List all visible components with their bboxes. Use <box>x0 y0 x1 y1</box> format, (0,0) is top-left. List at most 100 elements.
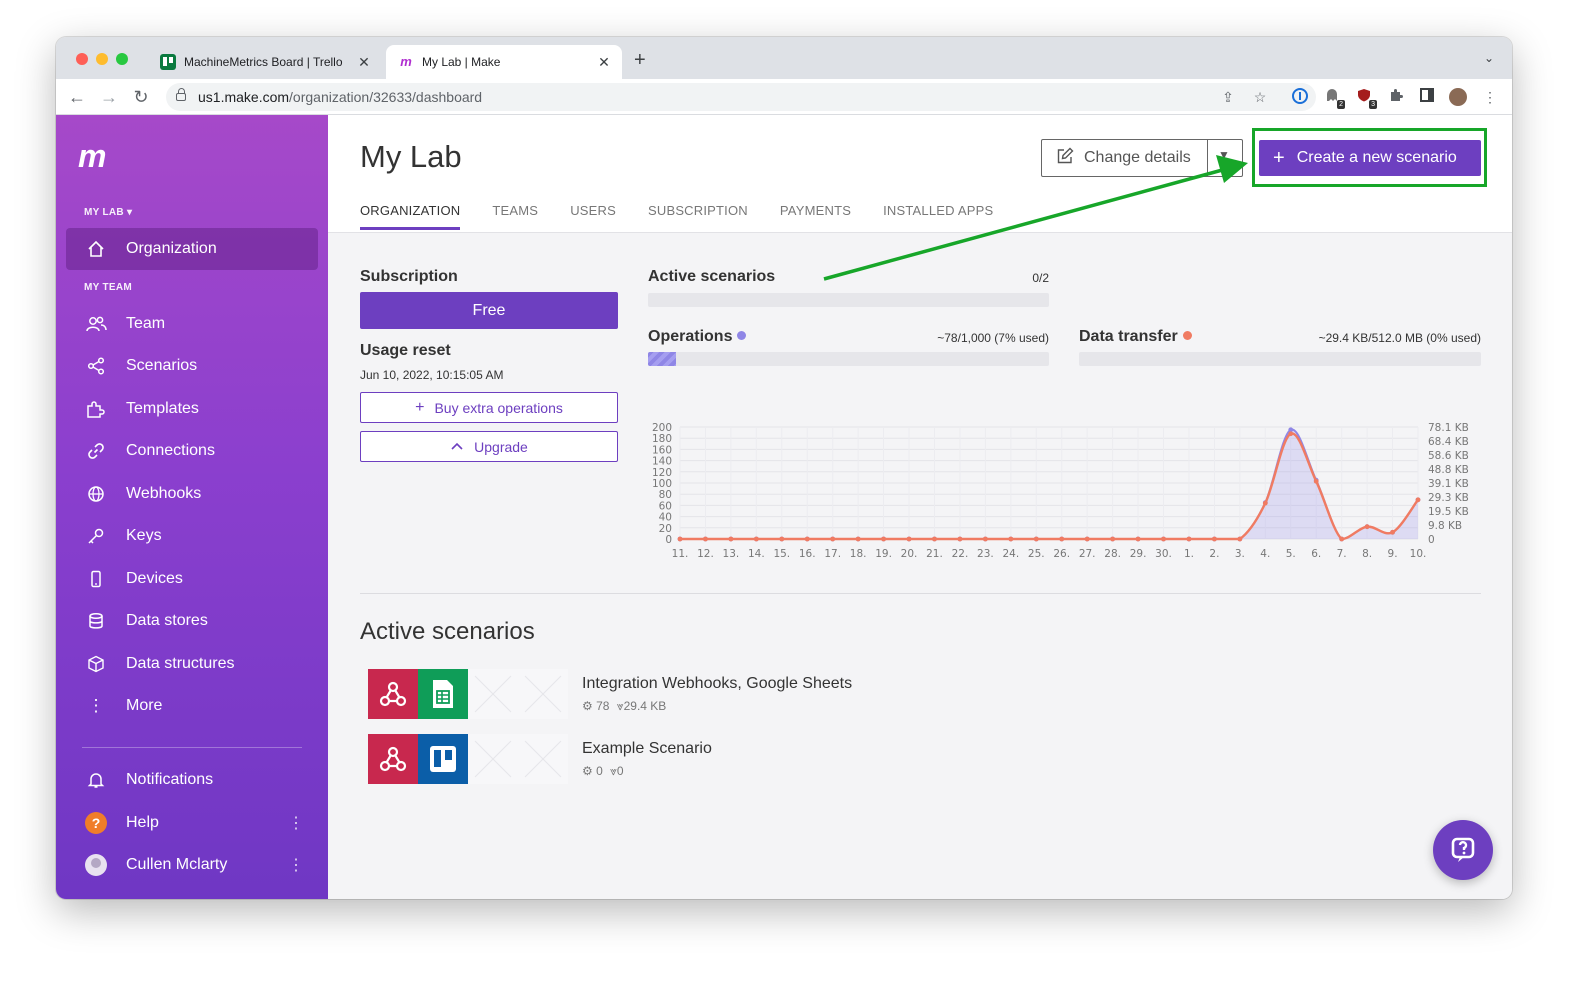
sidebar-item-data-stores[interactable]: Data stores <box>66 600 318 642</box>
profile-avatar[interactable] <box>1449 88 1467 106</box>
address-bar[interactable]: us1.make.com/organization/32633/dashboar… <box>166 83 1316 111</box>
chart-point-data-transfer <box>1237 536 1243 542</box>
chart-y2-tick-label: 68.4 KB <box>1428 436 1469 448</box>
avatar-wrap <box>66 854 126 876</box>
scenario-row[interactable]: Integration Webhooks, Google Sheets ⚙ 78… <box>368 669 1168 719</box>
google-sheets-icon <box>418 669 468 719</box>
chart-point-data-transfer <box>1415 497 1421 503</box>
sidebar-item-scenarios[interactable]: Scenarios <box>66 345 318 387</box>
chart-point-data-transfer <box>982 536 988 542</box>
maximize-window-button[interactable] <box>116 53 128 65</box>
puzzle-extensions-icon[interactable] <box>1387 88 1405 106</box>
chart-x-tick-label: 5. <box>1286 548 1296 560</box>
chart-x-tick-label: 28. <box>1104 548 1121 560</box>
user-menu-icon[interactable]: ⋮ <box>288 855 304 875</box>
tab-teams[interactable]: TEAMS <box>492 203 538 230</box>
buy-extra-operations-button[interactable]: + Buy extra operations <box>360 392 618 423</box>
sidebar-item-webhooks[interactable]: Webhooks <box>66 473 318 515</box>
chart-x-tick-label: 25. <box>1028 548 1045 560</box>
chart-point-data-transfer <box>703 536 708 542</box>
close-icon[interactable]: ✕ <box>596 54 612 71</box>
forward-icon[interactable]: → <box>98 86 120 108</box>
chart-y-tick-label: 40 <box>659 512 672 524</box>
back-icon[interactable]: ← <box>66 86 88 108</box>
make-logo[interactable]: m <box>78 140 107 172</box>
sidebar-item-help[interactable]: ? Help ⋮ <box>66 802 318 844</box>
scenario-name[interactable]: Integration Webhooks, Google Sheets <box>582 675 852 693</box>
support-chat-button[interactable] <box>1433 820 1493 880</box>
chart-x-tick-label: 6. <box>1311 548 1321 560</box>
chart-point-data-transfer <box>728 536 734 542</box>
sidebar-item-organization[interactable]: Organization <box>66 228 318 270</box>
bookmark-star-icon[interactable]: ☆ <box>1251 88 1269 106</box>
share-icon[interactable]: ⇪ <box>1219 88 1237 106</box>
create-scenario-button[interactable]: + Create a new scenario <box>1259 140 1481 176</box>
minimize-window-button[interactable] <box>96 53 108 65</box>
create-scenario-label: Create a new scenario <box>1296 149 1457 166</box>
sidebar-item-notifications[interactable]: Notifications <box>66 759 318 801</box>
chart-point-data-transfer <box>881 536 886 542</box>
chart-x-tick-label: 12. <box>697 548 714 560</box>
chart-y-tick-label: 60 <box>659 500 672 512</box>
tab-title: My Lab | Make <box>422 55 501 69</box>
phone-icon <box>66 570 126 588</box>
usage-chart: 200 180 160 140 120 100 80 60 40 20 0 11. 12. 13. 14. 1… <box>644 422 1484 568</box>
change-details-button[interactable]: Change details ▼ <box>1041 139 1243 177</box>
chart-point-data-transfer <box>1084 536 1090 542</box>
chart-point-data-transfer <box>957 536 963 542</box>
home-icon <box>66 240 126 258</box>
scenario-row[interactable]: Example Scenario ⚙ 0 ⩔0 <box>368 734 1168 784</box>
sidebar-item-more[interactable]: ⋮ More <box>66 685 318 727</box>
chart-point-data-transfer <box>1059 536 1065 542</box>
sidebar-item-user[interactable]: Cullen Mclarty ⋮ <box>66 844 318 886</box>
transfer-icon: ⩔ <box>610 764 617 778</box>
tab-installed-apps[interactable]: INSTALLED APPS <box>883 203 993 230</box>
tab-payments[interactable]: PAYMENTS <box>780 203 851 230</box>
sidebar-item-connections[interactable]: Connections <box>66 430 318 472</box>
tab-users[interactable]: USERS <box>570 203 616 230</box>
chart-y-tick-label: 100 <box>652 478 672 490</box>
edit-icon <box>1056 147 1074 170</box>
usage-reset-heading: Usage reset <box>360 342 451 359</box>
chart-y-tick-label: 0 <box>665 534 672 546</box>
split-divider <box>1207 140 1208 176</box>
reload-icon[interactable]: ↻ <box>130 86 152 108</box>
users-icon <box>66 315 126 333</box>
close-window-button[interactable] <box>76 53 88 65</box>
sidebar-item-data-structures[interactable]: Data structures <box>66 643 318 685</box>
tab-subscription[interactable]: SUBSCRIPTION <box>648 203 748 230</box>
sidebar-item-keys[interactable]: Keys <box>66 515 318 557</box>
chevron-down-icon[interactable]: ▼ <box>1218 148 1230 162</box>
tab-search-icon[interactable]: ⌄ <box>1484 51 1494 65</box>
url-path: /organization/32633/dashboard <box>289 89 483 105</box>
shield-extension-icon[interactable]: 3 <box>1355 88 1377 109</box>
help-menu-icon[interactable]: ⋮ <box>288 813 304 833</box>
chart-point-data-transfer <box>677 536 683 542</box>
chart-point-data-transfer <box>830 536 836 542</box>
side-panel-icon[interactable] <box>1418 88 1436 106</box>
chart-y-tick-label: 180 <box>652 433 672 445</box>
chart-area-operations <box>680 429 1418 539</box>
ghost-extension-icon[interactable]: 2 <box>1323 88 1345 109</box>
browser-tab-make[interactable]: m My Lab | Make ✕ <box>386 45 622 79</box>
chart-y-tick-label: 80 <box>659 489 672 501</box>
cube-icon <box>66 655 126 673</box>
share-nodes-icon <box>66 357 126 375</box>
browser-tab-trello[interactable]: MachineMetrics Board | Trello ✕ <box>148 45 382 79</box>
webhook-icon <box>368 669 418 719</box>
sidebar-item-devices[interactable]: Devices <box>66 558 318 600</box>
avatar <box>85 854 107 876</box>
org-switcher[interactable]: MY LAB ▾ <box>84 207 132 218</box>
sidebar-divider <box>82 747 302 748</box>
chart-y2-tick-label: 9.8 KB <box>1428 520 1462 532</box>
browser-menu-icon[interactable]: ⋮ <box>1481 88 1499 106</box>
scenario-name[interactable]: Example Scenario <box>582 740 712 758</box>
tab-organization[interactable]: ORGANIZATION <box>360 203 461 230</box>
close-icon[interactable]: ✕ <box>356 54 372 71</box>
password-manager-icon[interactable] <box>1291 88 1309 106</box>
new-tab-button[interactable]: + <box>634 50 646 70</box>
sidebar-item-templates[interactable]: Templates <box>66 388 318 430</box>
sidebar-item-team[interactable]: Team <box>66 303 318 345</box>
upgrade-button[interactable]: Upgrade <box>360 431 618 462</box>
scenario-stats: ⚙ 78 ⩔29.4 KB <box>582 699 666 714</box>
